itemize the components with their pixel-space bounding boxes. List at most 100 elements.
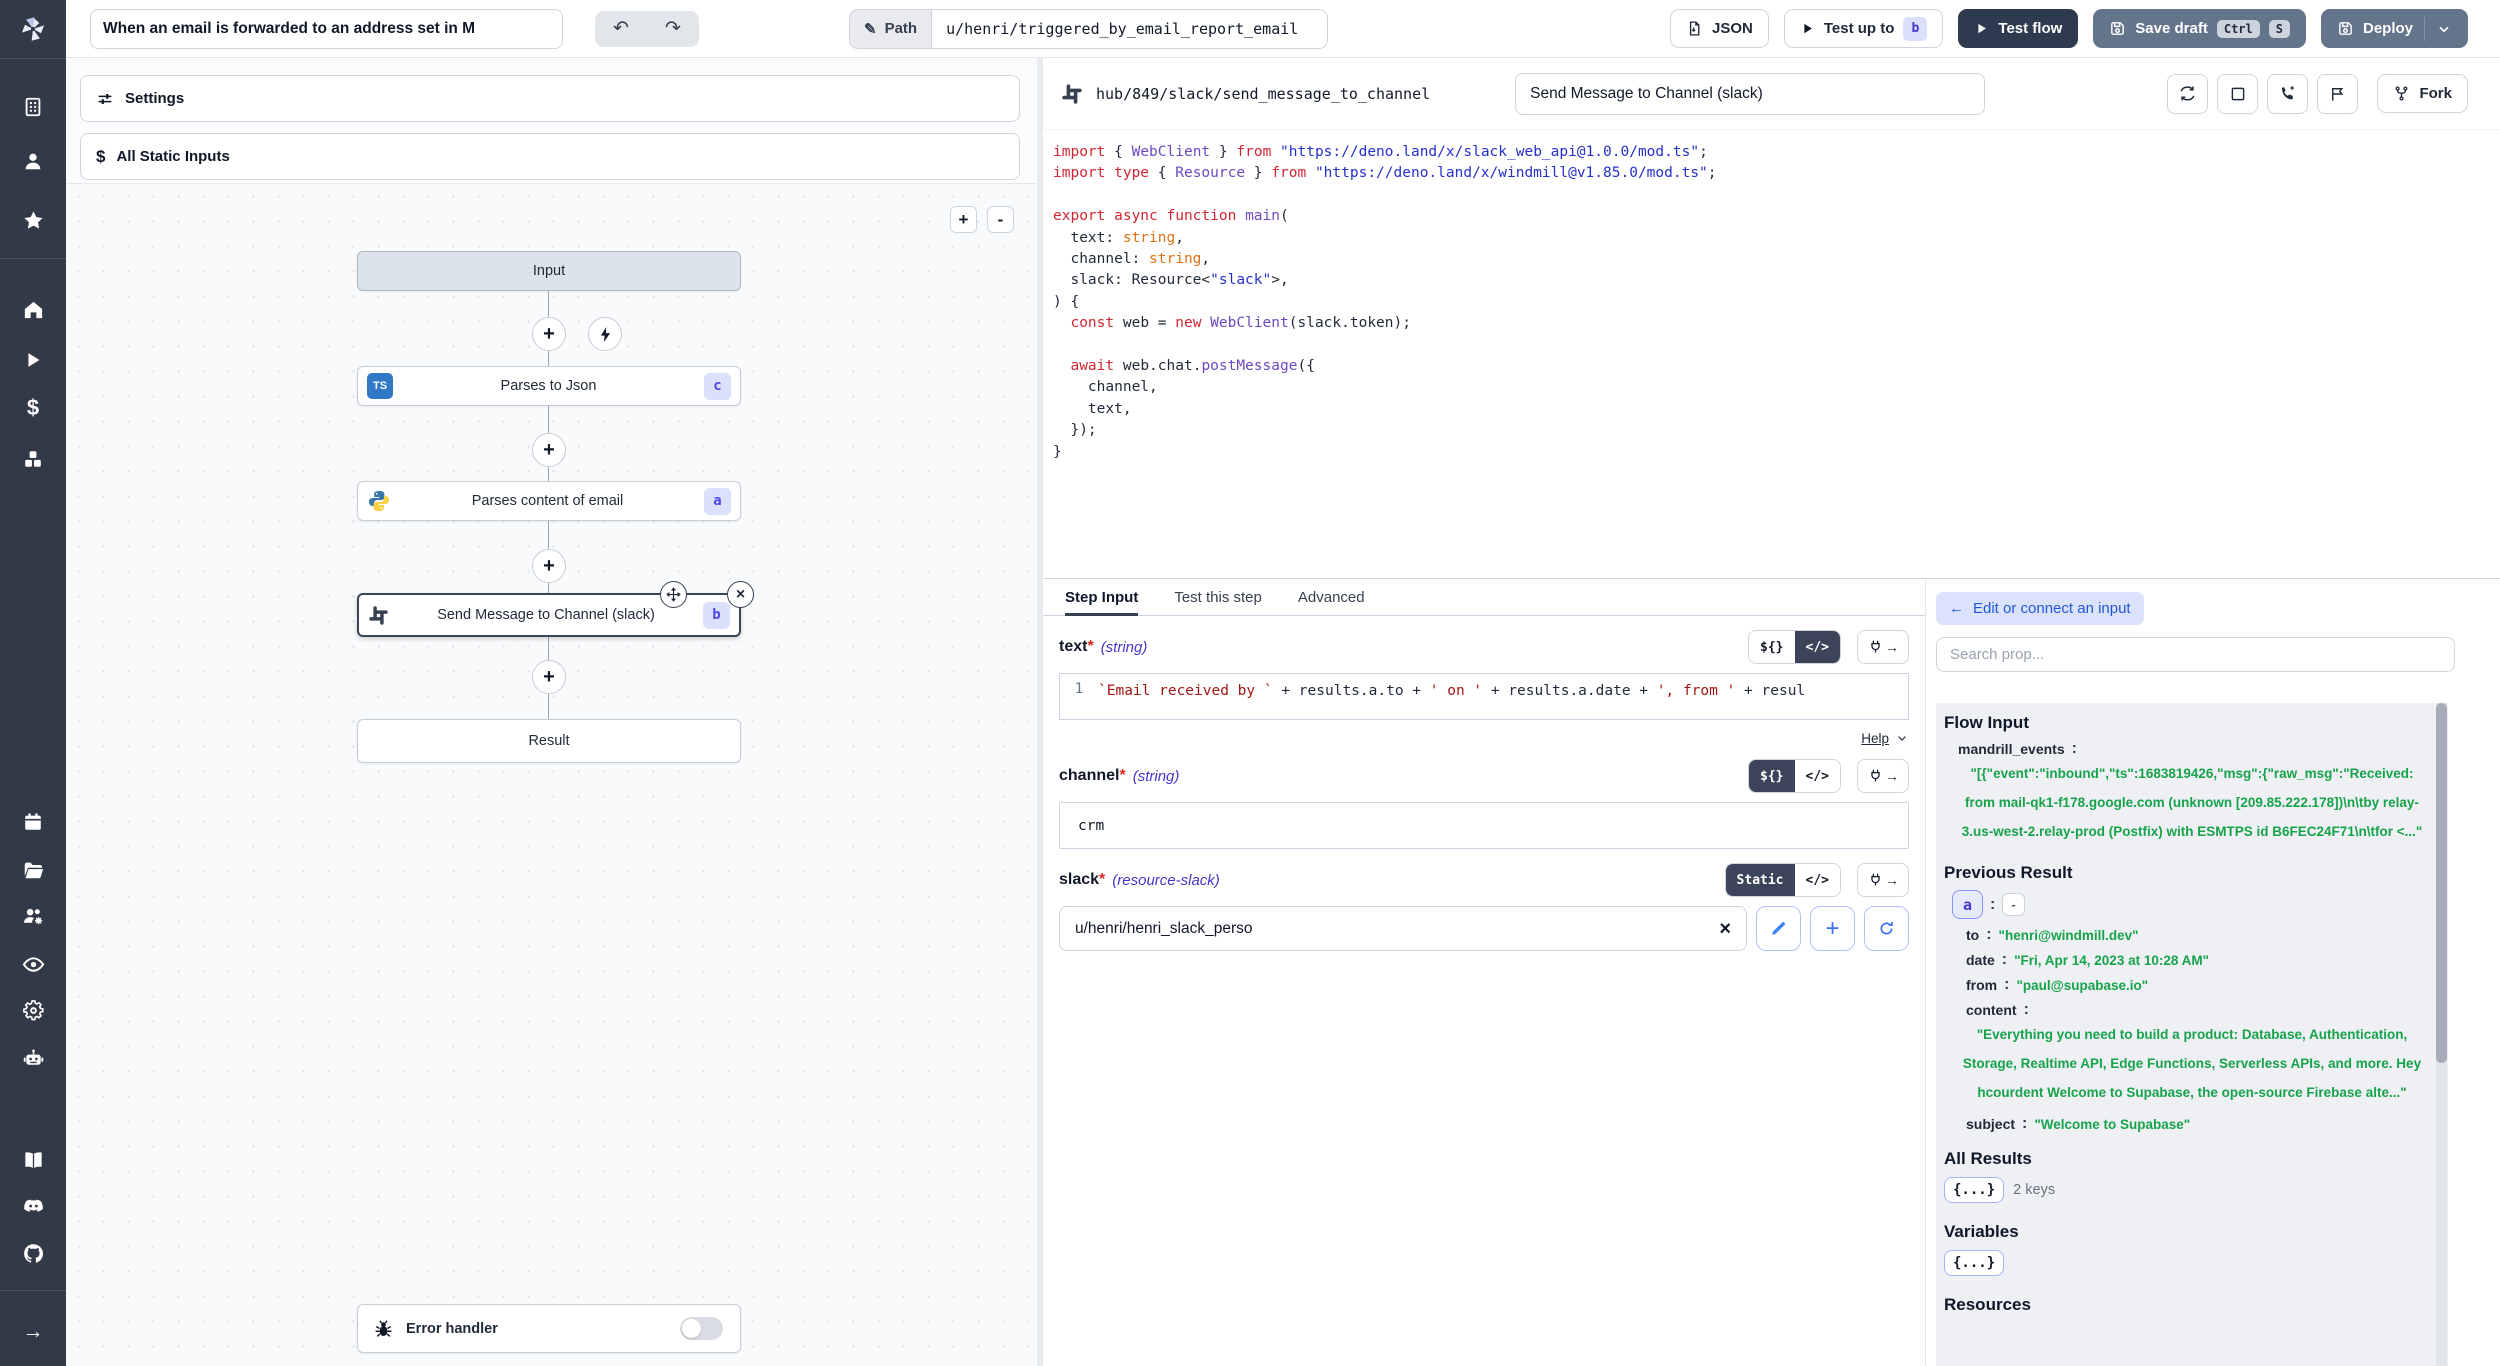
tab-test-this-step[interactable]: Test this step [1174, 579, 1262, 616]
search-prop-input[interactable] [1936, 637, 2455, 672]
all-results-expand-badge[interactable]: {...} [1944, 1177, 2004, 1203]
clear-resource-icon[interactable]: × [1719, 919, 1731, 939]
trigger-bolt-button[interactable] [588, 317, 622, 351]
result-row-date[interactable]: date : "Fri, Apr 14, 2023 at 10:28 AM" [1944, 951, 2440, 969]
add-step-button[interactable]: + [532, 433, 566, 467]
channel-value-editor[interactable]: crm [1059, 802, 1909, 849]
chevron-down-icon[interactable] [1895, 731, 1909, 745]
move-step-button[interactable] [660, 581, 687, 608]
all-static-inputs-button[interactable]: $ All Static Inputs [80, 133, 1020, 180]
home-icon[interactable] [13, 289, 53, 329]
sidebar-divider-mid [0, 258, 66, 259]
user-icon[interactable] [13, 141, 53, 181]
path-button[interactable]: ✎ Path [850, 10, 932, 48]
add-step-button[interactable]: + [532, 317, 566, 351]
windmill-logo-icon[interactable] [13, 9, 53, 49]
help-link[interactable]: Help [1861, 731, 1889, 746]
edit-resource-button[interactable] [1756, 906, 1801, 951]
scrollbar-thumb[interactable] [2436, 703, 2447, 1063]
discord-icon[interactable] [13, 1186, 53, 1226]
flag-button[interactable] [2317, 74, 2358, 114]
fork-button[interactable]: Fork [2377, 74, 2468, 113]
variables-dollar-icon[interactable]: $ [13, 388, 53, 428]
folders-icon[interactable] [13, 850, 53, 890]
schedules-calendar-icon[interactable] [13, 802, 53, 842]
groups-users-gear-icon[interactable] [13, 896, 53, 936]
flow-title-input[interactable] [90, 9, 563, 49]
flow-input-key-row[interactable]: mandrill_events : [1944, 740, 2440, 758]
flow-graph[interactable]: + - Input + TS Parses to Json c + Parses… [66, 183, 1037, 1366]
sync-button[interactable] [2167, 74, 2208, 114]
plug-icon [1867, 768, 1884, 785]
undo-button[interactable]: ↶ [595, 11, 647, 47]
flow-input-value[interactable]: "[{"event":"inbound","ts":1683819426,"ms… [1944, 758, 2440, 847]
resources-cubes-icon[interactable] [13, 439, 53, 479]
flow-node-input[interactable]: Input [357, 251, 741, 291]
step-tabs: Step Input Test this step Advanced [1043, 579, 1925, 616]
collapse-dash-badge[interactable]: - [2002, 893, 2024, 916]
workspace-building-icon[interactable] [13, 87, 53, 127]
variables-expand-badge[interactable]: {...} [1944, 1250, 2004, 1276]
runs-play-icon[interactable] [13, 340, 53, 380]
hub-script-path[interactable]: hub/849/slack/send_message_to_channel [1096, 85, 1430, 103]
redo-button[interactable]: ↷ [647, 11, 699, 47]
text-mode-template[interactable]: ${} [1749, 631, 1794, 663]
slack-mode-javascript[interactable]: </> [1795, 864, 1840, 896]
add-step-button[interactable]: + [532, 660, 566, 694]
error-handler-node[interactable]: Error handler [357, 1304, 741, 1353]
result-row-to[interactable]: to : "henri@windmill.dev" [1944, 926, 2440, 944]
flow-node-send-message-selected[interactable]: Send Message to Channel (slack) b × [357, 593, 741, 637]
github-icon[interactable] [13, 1233, 53, 1273]
docs-book-icon[interactable] [13, 1140, 53, 1180]
channel-mode-template[interactable]: ${} [1749, 760, 1794, 792]
chevron-down-icon[interactable] [2436, 21, 2452, 37]
favorites-star-icon[interactable] [13, 200, 53, 240]
slack-mode-static[interactable]: Static [1726, 864, 1795, 896]
channel-connect-button[interactable]: → [1857, 759, 1909, 793]
error-handler-toggle[interactable] [680, 1317, 723, 1340]
flow-node-parses-to-json[interactable]: TS Parses to Json c [357, 366, 741, 406]
flag-icon [2329, 85, 2347, 103]
slack-resource-input[interactable]: u/henri/henri_slack_perso × [1059, 906, 1747, 951]
path-value[interactable]: u/henri/triggered_by_email_report_email [932, 10, 1327, 48]
json-button[interactable]: JSON [1670, 9, 1769, 48]
result-a-badge[interactable]: a [1952, 890, 1983, 919]
add-resource-button[interactable]: + [1810, 906, 1855, 951]
flow-node-result[interactable]: Result [357, 719, 741, 763]
code-editor[interactable]: import { WebClient } from "https://deno.… [1043, 130, 2500, 578]
slack-connect-button[interactable]: → [1857, 863, 1909, 897]
tab-advanced[interactable]: Advanced [1298, 579, 1365, 616]
edit-or-connect-button[interactable]: ← Edit or connect an input [1936, 592, 2144, 625]
expand-square-button[interactable] [2217, 74, 2258, 114]
settings-button[interactable]: Settings [80, 75, 1020, 122]
collapse-arrow-icon[interactable]: → [13, 1312, 53, 1352]
tab-step-input[interactable]: Step Input [1065, 579, 1138, 616]
result-row-content-key[interactable]: content : [1944, 1001, 2440, 1019]
flow-node-parses-content[interactable]: Parses content of email a [357, 481, 741, 521]
add-step-button[interactable]: + [532, 549, 566, 583]
test-up-to-button[interactable]: Test up to b [1784, 9, 1944, 48]
dollar-icon: $ [96, 147, 105, 167]
text-connect-button[interactable]: → [1857, 630, 1909, 664]
panel-divider[interactable] [1037, 58, 1043, 1366]
workers-robot-icon[interactable] [13, 1038, 53, 1078]
call-phone-button[interactable] [2267, 74, 2308, 114]
audit-eye-icon[interactable] [13, 944, 53, 984]
test-flow-button[interactable]: Test flow [1958, 9, 2078, 48]
delete-step-button[interactable]: × [727, 581, 754, 608]
channel-mode-javascript[interactable]: </> [1795, 760, 1840, 792]
zoom-out-button[interactable]: - [987, 206, 1014, 233]
result-row-subject[interactable]: subject : "Welcome to Supabase" [1944, 1115, 2440, 1133]
deploy-button[interactable]: Deploy [2321, 9, 2468, 48]
result-row-from[interactable]: from : "paul@supabase.io" [1944, 976, 2440, 994]
settings-gear-icon[interactable] [13, 990, 53, 1030]
text-mode-javascript[interactable]: </> [1795, 631, 1840, 663]
text-expression-editor[interactable]: 1 `Email received by ` + results.a.to + … [1059, 673, 1909, 720]
save-draft-button[interactable]: Save draft Ctrl S [2093, 9, 2306, 48]
step-name-input[interactable] [1515, 73, 1985, 115]
result-content-value[interactable]: "Everything you need to build a product:… [1944, 1019, 2440, 1108]
refresh-resource-button[interactable] [1864, 906, 1909, 951]
slack-icon [368, 605, 389, 626]
editor-header-actions: Fork [2167, 74, 2468, 114]
zoom-in-button[interactable]: + [950, 206, 977, 233]
